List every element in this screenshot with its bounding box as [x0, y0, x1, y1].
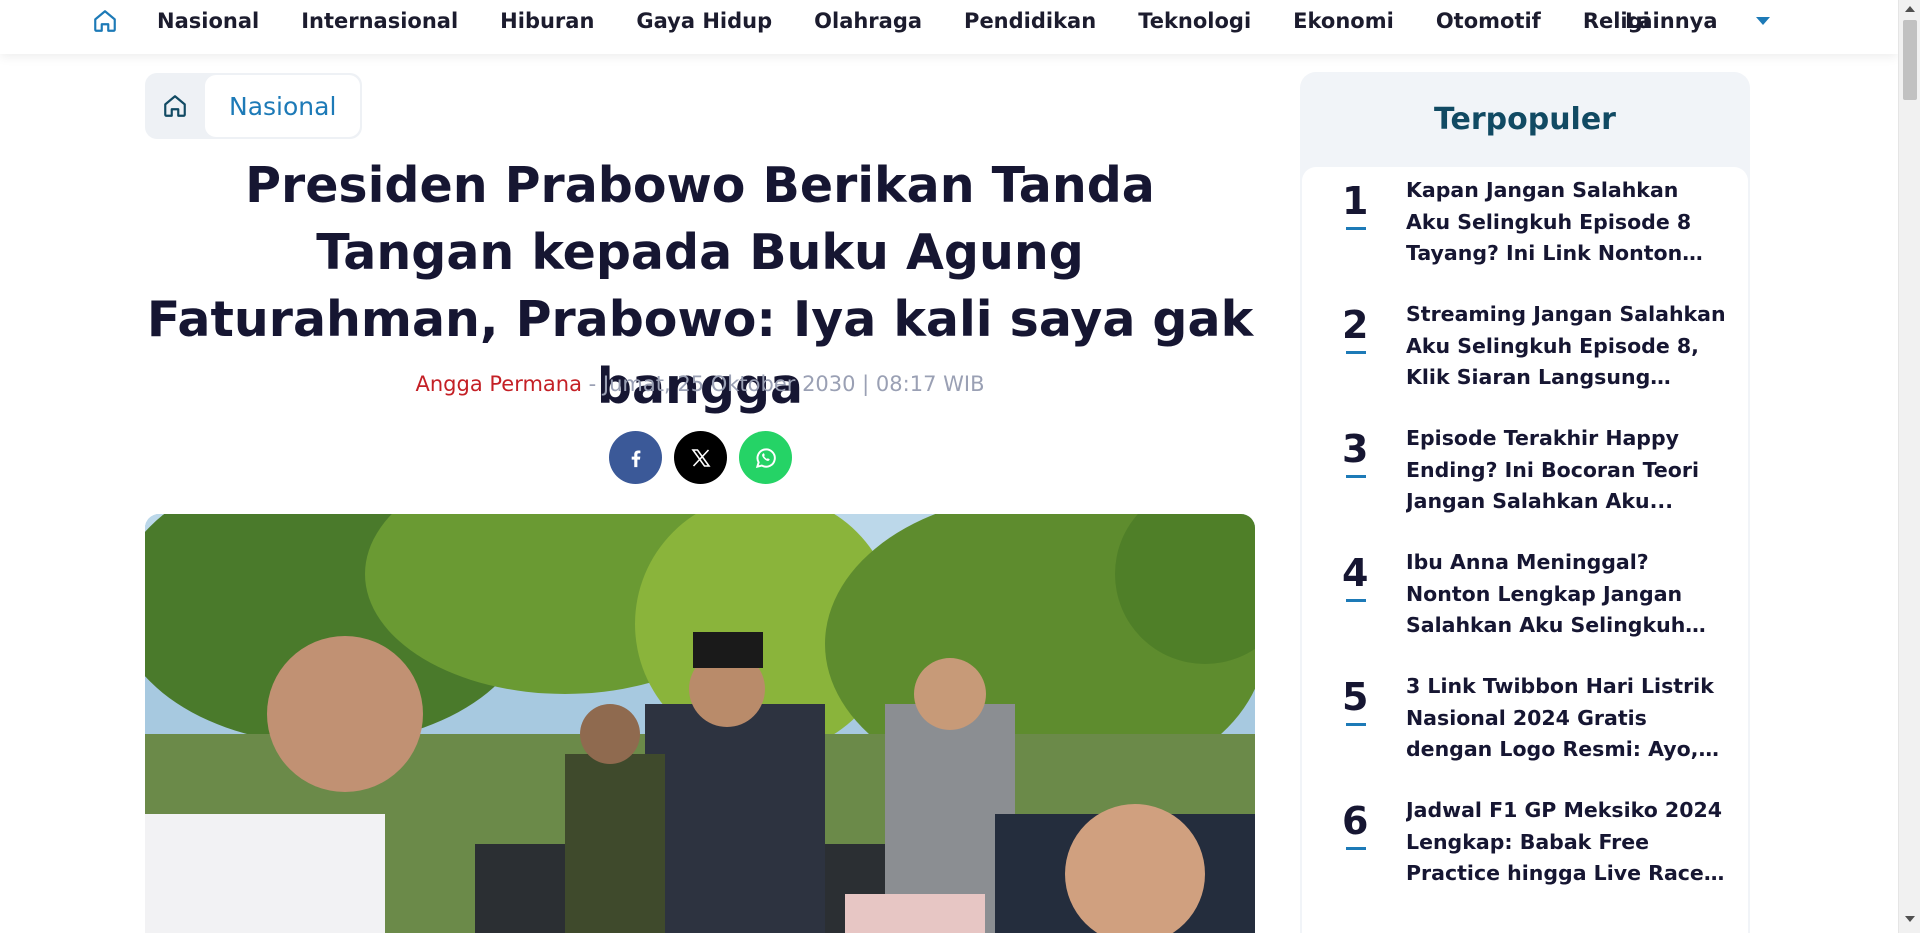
popular-item[interactable]: 3 Episode Terakhir Happy Ending? Ini Boc… [1302, 415, 1748, 525]
popular-rank: 6 [1342, 799, 1369, 843]
popular-rank: 1 [1342, 179, 1369, 223]
nav-item-teknologi[interactable]: Teknologi [1138, 9, 1251, 33]
meta-separator: - [588, 372, 597, 396]
popular-item[interactable]: 5 3 Link Twibbon Hari Listrik Nasional 2… [1302, 663, 1748, 773]
scrollbar-thumb[interactable] [1903, 20, 1917, 100]
rank-underline [1346, 227, 1366, 230]
popular-item-link[interactable]: Streaming Jangan Salahkan Aku Selingkuh … [1406, 299, 1726, 394]
nav-item-gaya-hidup[interactable]: Gaya Hidup [636, 9, 772, 33]
author-link[interactable]: Angga Permana [415, 372, 581, 396]
popular-item-link[interactable]: Episode Terakhir Happy Ending? Ini Bocor… [1406, 423, 1726, 518]
nav-item-nasional[interactable]: Nasional [157, 9, 259, 33]
rank-underline [1346, 723, 1366, 726]
popular-item[interactable]: 1 Kapan Jangan Salahkan Aku Selingkuh Ep… [1302, 167, 1748, 277]
rank-underline [1346, 475, 1366, 478]
breadcrumb: Nasional [145, 73, 363, 139]
rank-underline [1346, 599, 1366, 602]
scroll-down-icon[interactable] [1905, 916, 1915, 922]
share-buttons [609, 431, 792, 484]
x-icon [690, 448, 711, 467]
popular-list: 1 Kapan Jangan Salahkan Aku Selingkuh Ep… [1302, 167, 1748, 933]
article-hero-image [145, 514, 1255, 933]
rank-underline [1346, 351, 1366, 354]
sidebar-title: Terpopuler [1434, 102, 1616, 137]
home-icon[interactable] [145, 73, 205, 139]
whatsapp-icon [755, 447, 776, 468]
x-share-button[interactable] [674, 431, 727, 484]
breadcrumb-category-link[interactable]: Nasional [205, 75, 361, 137]
chevron-down-icon [1755, 17, 1770, 25]
nav-item-otomotif[interactable]: Otomotif [1436, 9, 1541, 33]
rank-underline [1346, 847, 1366, 850]
popular-rank: 2 [1342, 303, 1369, 347]
nav-item-ekonomi[interactable]: Ekonomi [1293, 9, 1394, 33]
page-scrollbar[interactable] [1898, 0, 1920, 933]
nav-item-internasional[interactable]: Internasional [301, 9, 458, 33]
nav-item-olahraga[interactable]: Olahraga [814, 9, 922, 33]
scroll-up-icon[interactable] [1905, 6, 1915, 12]
nav-item-hiburan[interactable]: Hiburan [500, 9, 594, 33]
popular-item-link[interactable]: Kapan Jangan Salahkan Aku Selingkuh Epis… [1406, 175, 1726, 270]
popular-item-link[interactable]: 3 Link Twibbon Hari Listrik Nasional 202… [1406, 671, 1726, 766]
popular-sidebar: Terpopuler 1 Kapan Jangan Salahkan Aku S… [1300, 72, 1750, 933]
home-icon[interactable] [90, 6, 120, 36]
popular-item[interactable]: 4 Ibu Anna Meninggal? Nonton Lengkap Jan… [1302, 539, 1748, 649]
popular-rank: 4 [1342, 551, 1369, 595]
nav-menu: Nasional Internasional Hiburan Gaya Hidu… [157, 0, 1692, 42]
nav-more-label: Lainnya [1625, 9, 1718, 33]
nav-item-pendidikan[interactable]: Pendidikan [964, 9, 1096, 33]
popular-item-link[interactable]: Jadwal F1 GP Meksiko 2024 Lengkap: Babak… [1406, 795, 1726, 890]
whatsapp-share-button[interactable] [739, 431, 792, 484]
facebook-icon [631, 449, 640, 467]
publish-date: Jumat, 25 Oktober 2030 | 08:17 WIB [602, 372, 985, 396]
top-navigation: Nasional Internasional Hiburan Gaya Hidu… [0, 0, 1898, 54]
nav-more-dropdown[interactable]: Lainnya [1625, 0, 1770, 42]
popular-rank: 3 [1342, 427, 1369, 471]
popular-item[interactable]: 6 Jadwal F1 GP Meksiko 2024 Lengkap: Bab… [1302, 787, 1748, 897]
facebook-share-button[interactable] [609, 431, 662, 484]
popular-item-link[interactable]: Ibu Anna Meninggal? Nonton Lengkap Janga… [1406, 547, 1726, 642]
popular-item[interactable]: 2 Streaming Jangan Salahkan Aku Selingku… [1302, 291, 1748, 401]
article-meta: Angga Permana - Jumat, 25 Oktober 2030 |… [145, 372, 1255, 396]
popular-rank: 5 [1342, 675, 1369, 719]
